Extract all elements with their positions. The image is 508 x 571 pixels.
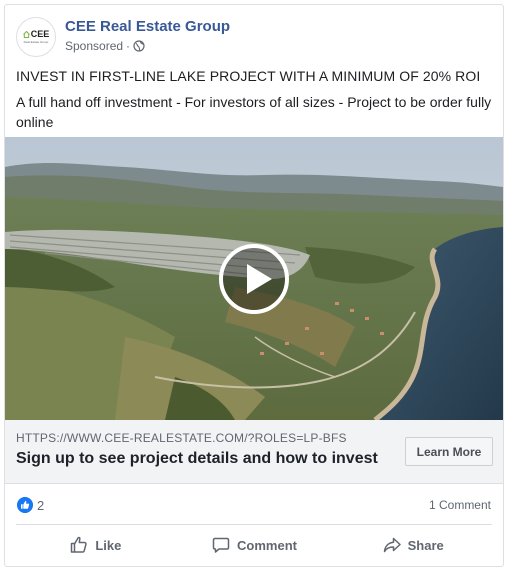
avatar-logo-subtext: Real Estate Group <box>23 40 49 44</box>
learn-more-button[interactable]: Learn More <box>405 437 493 466</box>
reactions-bar: 2 1 Comment <box>5 485 503 525</box>
like-count[interactable]: 2 <box>37 498 44 513</box>
post-headline: INVEST IN FIRST-LINE LAKE PROJECT WITH A… <box>16 68 481 84</box>
meta-separator: · <box>126 39 131 53</box>
play-button[interactable] <box>219 244 289 314</box>
comment-button-label: Comment <box>237 537 297 553</box>
actions-divider <box>16 524 492 525</box>
sponsored-label[interactable]: Sponsored <box>65 39 123 53</box>
page-name-link[interactable]: CEE Real Estate Group <box>65 18 230 35</box>
comment-button[interactable]: Comment <box>175 527 334 563</box>
avatar-logo-text: CEE <box>30 29 50 39</box>
like-button-label: Like <box>95 537 122 553</box>
speech-bubble-icon <box>212 537 230 553</box>
like-button[interactable]: Like <box>16 527 175 563</box>
page-avatar[interactable]: CEE Real Estate Group <box>16 17 56 57</box>
comment-count[interactable]: 1 Comment <box>429 498 491 512</box>
house-icon <box>22 31 30 38</box>
post-meta: Sponsored · <box>65 39 145 53</box>
post-header: CEE Real Estate Group CEE Real Estate Gr… <box>5 5 503 65</box>
like-reaction-icon[interactable] <box>17 497 33 513</box>
globe-icon[interactable] <box>133 40 145 52</box>
sponsored-post-card: CEE Real Estate Group CEE Real Estate Gr… <box>4 4 504 567</box>
share-arrow-icon <box>383 537 401 553</box>
avatar-logo: CEE <box>22 29 50 39</box>
link-url[interactable]: HTTPS://WWW.CEE-REALESTATE.COM/?ROLES=LP… <box>16 431 347 445</box>
post-actions: Like Comment Share <box>16 527 492 563</box>
link-title[interactable]: Sign up to see project details and how t… <box>16 450 378 468</box>
share-button-label: Share <box>407 537 444 553</box>
link-preview[interactable]: HTTPS://WWW.CEE-REALESTATE.COM/?ROLES=LP… <box>5 420 503 484</box>
post-body-text: A full hand off investment - For investo… <box>16 94 492 130</box>
video-player[interactable] <box>5 137 503 420</box>
share-button[interactable]: Share <box>333 527 492 563</box>
play-icon <box>247 264 272 294</box>
thumbs-up-icon <box>71 536 88 553</box>
